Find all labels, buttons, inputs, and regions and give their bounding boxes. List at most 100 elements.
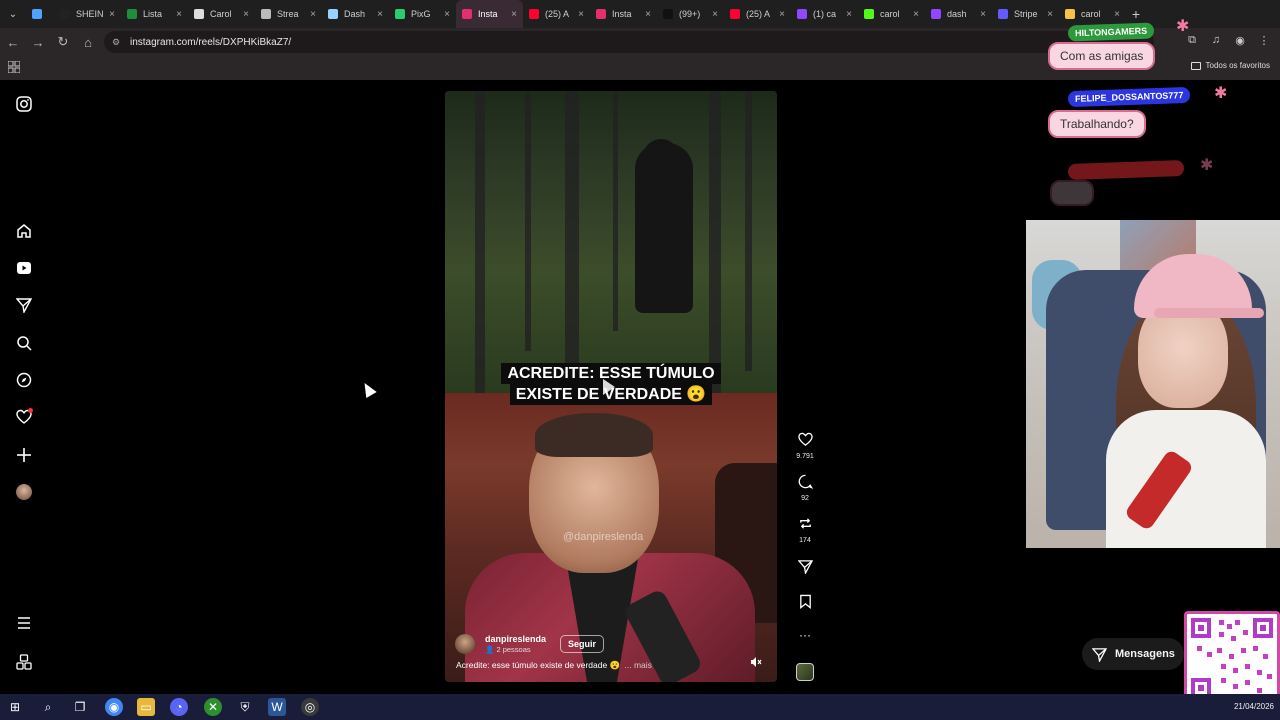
qr-module — [1219, 632, 1224, 637]
browser-tab[interactable]: Dash × — [322, 0, 389, 28]
new-tab-button[interactable]: + — [1126, 6, 1146, 22]
browser-tab[interactable]: Strea × — [255, 0, 322, 28]
collaborators-count[interactable]: 👤 2 pessoas — [485, 645, 546, 655]
tab-close-icon[interactable]: × — [109, 9, 115, 20]
tab-close-icon[interactable]: × — [243, 9, 249, 20]
chat-username-2: FELIPE_DOSSANTOS777 — [1067, 86, 1191, 108]
browser-tab[interactable]: carol × — [858, 0, 925, 28]
home-nav-icon[interactable] — [14, 221, 34, 241]
notifications-heart-icon[interactable] — [14, 407, 34, 427]
tab-close-icon[interactable]: × — [444, 9, 450, 20]
browser-tab[interactable]: Insta × — [456, 0, 523, 28]
browser-tab[interactable]: dash × — [925, 0, 992, 28]
security-shield-icon[interactable]: ⛨ — [236, 698, 254, 716]
profile-icon[interactable]: ◉ — [1232, 32, 1248, 48]
tab-favicon-icon — [797, 9, 807, 19]
browser-tab[interactable]: SHEIN × — [54, 0, 121, 28]
play-icon[interactable] — [603, 379, 615, 395]
author-name[interactable]: danpireslenda — [485, 634, 546, 645]
obs-icon[interactable]: ◎ — [301, 698, 319, 716]
tab-close-icon[interactable]: × — [980, 9, 986, 20]
profile-avatar[interactable] — [14, 482, 34, 502]
tab-close-icon[interactable]: × — [176, 9, 182, 20]
save-button[interactable] — [792, 594, 818, 614]
menu-icon[interactable]: ⋮ — [1256, 32, 1272, 48]
reels-nav-icon[interactable] — [14, 258, 34, 278]
word-icon[interactable]: W — [268, 698, 286, 716]
file-explorer-icon[interactable]: ▭ — [137, 698, 155, 716]
repost-button[interactable]: 174 — [792, 516, 818, 544]
tab-close-icon[interactable]: × — [779, 9, 785, 20]
apps-grid-icon[interactable] — [8, 61, 20, 73]
create-plus-icon[interactable] — [14, 445, 34, 465]
tab-close-icon[interactable]: × — [511, 9, 517, 20]
author-avatar[interactable] — [455, 634, 475, 654]
like-button[interactable]: 9.791 — [792, 432, 818, 460]
all-favorites-button[interactable]: Todos os favoritos — [1190, 61, 1270, 70]
share-button[interactable] — [792, 559, 818, 579]
sparkle-icon: ✱ — [1200, 157, 1214, 174]
tab-search-chevron-icon[interactable]: ⌄ — [0, 0, 26, 28]
tab-favicon-icon — [127, 9, 137, 19]
windows-start-icon[interactable]: ⊞ — [6, 698, 24, 716]
tab-close-icon[interactable]: × — [578, 9, 584, 20]
tab-favicon-icon — [864, 9, 874, 19]
tab-close-icon[interactable]: × — [913, 9, 919, 20]
send-icon — [1092, 647, 1107, 662]
site-info-icon[interactable]: ⚙ — [112, 37, 122, 47]
mute-icon[interactable] — [750, 656, 762, 668]
task-view-icon[interactable]: ❐ — [71, 698, 89, 716]
browser-tab[interactable]: (25) A × — [523, 0, 590, 28]
browser-tab[interactable]: (1) ca × — [791, 0, 858, 28]
audio-thumbnail[interactable] — [796, 663, 814, 681]
reel-video[interactable]: ACREDITE: ESSE TÚMULO EXISTE DE VERDADE … — [445, 91, 777, 682]
tab-close-icon[interactable]: × — [1047, 9, 1053, 20]
messages-button[interactable]: Mensagens — [1082, 638, 1184, 670]
more-menu-icon[interactable] — [14, 613, 34, 633]
discord-icon[interactable]: ◔ — [170, 698, 188, 716]
browser-tab[interactable]: Insta × — [590, 0, 657, 28]
more-options-icon[interactable]: ··· — [792, 628, 818, 642]
back-icon[interactable]: ← — [1, 30, 25, 54]
browser-tab[interactable]: Lista × — [121, 0, 188, 28]
more-link[interactable]: ... mais — [625, 660, 652, 670]
follow-button[interactable]: Seguir — [560, 635, 605, 653]
comment-button[interactable]: 92 — [792, 474, 818, 502]
qr-module — [1245, 680, 1250, 685]
chat-message-1: Com as amigas — [1048, 42, 1156, 70]
qr-module — [1267, 674, 1272, 679]
search-icon[interactable] — [14, 333, 34, 353]
home-icon[interactable]: ⌂ — [76, 30, 100, 54]
browser-tab[interactable]: Carol × — [188, 0, 255, 28]
browser-tab[interactable]: PixG × — [389, 0, 456, 28]
chat-username-1: HILTONGAMERS — [1067, 22, 1155, 42]
qr-module — [1257, 670, 1262, 675]
explore-compass-icon[interactable] — [14, 370, 34, 390]
bookmark-icon — [799, 594, 811, 609]
tab-close-icon[interactable]: × — [1114, 9, 1120, 20]
chrome-icon[interactable]: ◉ — [105, 698, 123, 716]
tab-favicon-icon — [596, 9, 606, 19]
browser-tab[interactable]: Stripe × — [992, 0, 1059, 28]
qr-module — [1233, 668, 1238, 673]
tab-close-icon[interactable]: × — [310, 9, 316, 20]
hooded-figure — [635, 143, 693, 313]
tab-close-icon[interactable]: × — [846, 9, 852, 20]
reload-icon[interactable]: ↻ — [51, 30, 75, 54]
tab-close-icon[interactable]: × — [377, 9, 383, 20]
search-icon[interactable]: ⌕ — [39, 698, 57, 716]
address-bar[interactable]: ⚙ instagram.com/reels/DXPHKiBkaZ7/ — [104, 31, 1154, 53]
tab-close-icon[interactable]: × — [712, 9, 718, 20]
browser-tab[interactable]: (25) A × — [724, 0, 791, 28]
tab-label: (99+) — [679, 9, 701, 19]
browser-tab[interactable]: (99+) × — [657, 0, 724, 28]
forward-icon[interactable]: → — [26, 30, 50, 54]
instagram-logo-icon[interactable] — [14, 94, 34, 114]
media-controls-icon[interactable]: ♫ — [1208, 32, 1224, 48]
also-from-meta-icon[interactable] — [14, 652, 34, 672]
heart-icon — [797, 432, 813, 446]
messages-nav-icon[interactable] — [14, 295, 34, 315]
browser-tab[interactable] — [26, 0, 54, 28]
xbox-icon[interactable]: ✕ — [204, 698, 222, 716]
tab-close-icon[interactable]: × — [645, 9, 651, 20]
